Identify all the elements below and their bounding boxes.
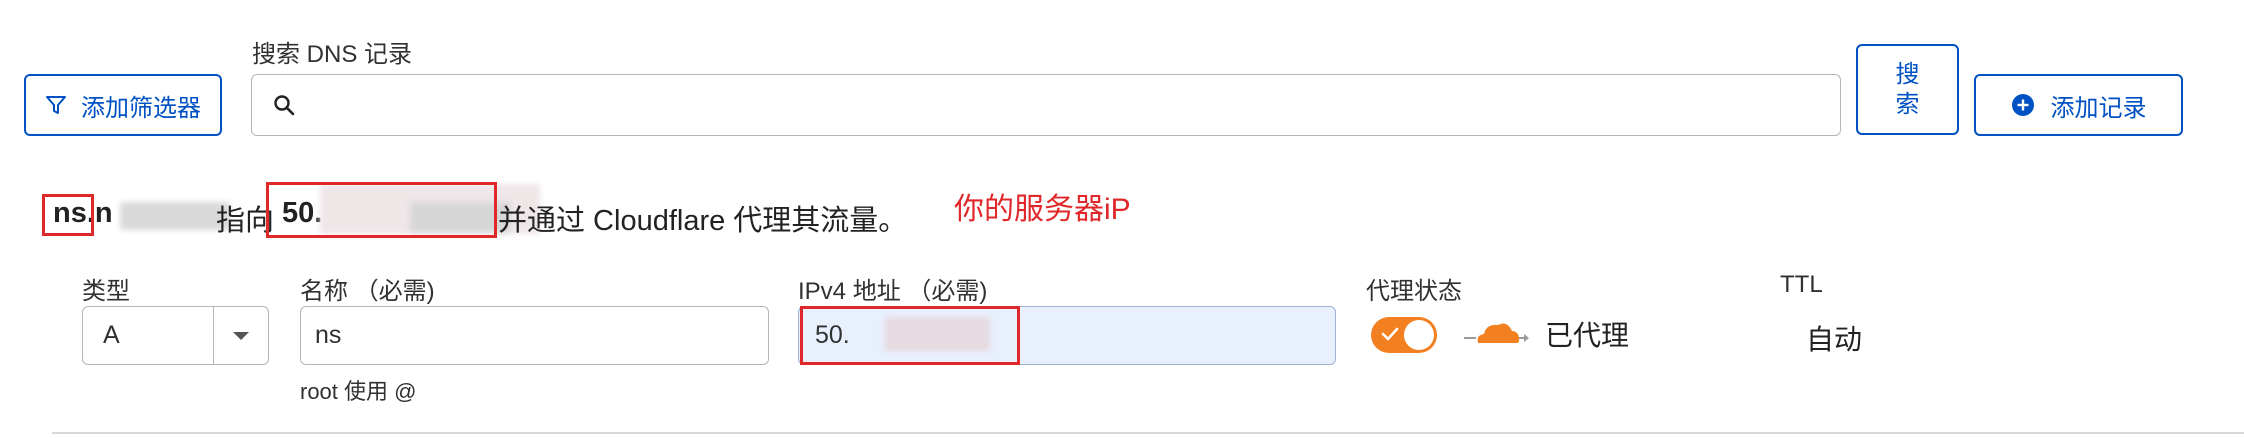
ipv4-highlight-box bbox=[800, 306, 1020, 365]
server-ip-annotation: 你的服务器iP bbox=[954, 193, 1131, 226]
type-label: 类型 bbox=[82, 278, 130, 305]
search-label: 搜索 DNS 记录 bbox=[252, 41, 413, 68]
plus-circle-icon bbox=[2011, 93, 2035, 117]
search-button[interactable]: 搜 索 bbox=[1856, 44, 1959, 135]
ip-highlight-box bbox=[266, 182, 497, 238]
search-input[interactable] bbox=[251, 74, 1841, 136]
type-value: A bbox=[103, 321, 120, 349]
proxy-suffix-text: 并通过 Cloudflare 代理其流量。 bbox=[498, 205, 908, 237]
ttl-label: TTL bbox=[1780, 271, 1823, 298]
add-filter-button[interactable]: 添加筛选器 bbox=[24, 74, 222, 136]
add-record-button[interactable]: 添加记录 bbox=[1974, 74, 2183, 136]
add-record-label: 添加记录 bbox=[2050, 94, 2147, 122]
search-button-line2: 索 bbox=[1895, 90, 1920, 118]
proxy-status-label: 代理状态 bbox=[1366, 278, 1462, 305]
name-highlight-box bbox=[42, 194, 94, 236]
check-icon bbox=[1381, 326, 1399, 342]
add-filter-label: 添加筛选器 bbox=[81, 94, 201, 122]
bottom-divider bbox=[52, 432, 2244, 434]
search-icon bbox=[272, 93, 296, 117]
chevron-down-icon[interactable] bbox=[214, 330, 268, 342]
filter-icon bbox=[45, 94, 67, 116]
ttl-value: 自动 bbox=[1806, 324, 1863, 355]
name-label: 名称 （必需) bbox=[300, 278, 435, 305]
type-select[interactable]: A bbox=[82, 306, 269, 365]
cloud-proxied-icon bbox=[1462, 316, 1530, 350]
name-hint: root 使用 @ bbox=[300, 379, 417, 404]
redacted-name bbox=[120, 202, 230, 230]
ipv4-label: IPv4 地址 （必需) bbox=[798, 278, 988, 305]
search-button-line1: 搜 bbox=[1895, 60, 1920, 88]
name-input-value: ns bbox=[315, 321, 342, 349]
toggle-knob bbox=[1404, 320, 1434, 350]
name-input[interactable]: ns bbox=[300, 306, 769, 365]
proxy-toggle[interactable] bbox=[1371, 317, 1437, 353]
proxy-status-text: 已代理 bbox=[1545, 320, 1630, 351]
